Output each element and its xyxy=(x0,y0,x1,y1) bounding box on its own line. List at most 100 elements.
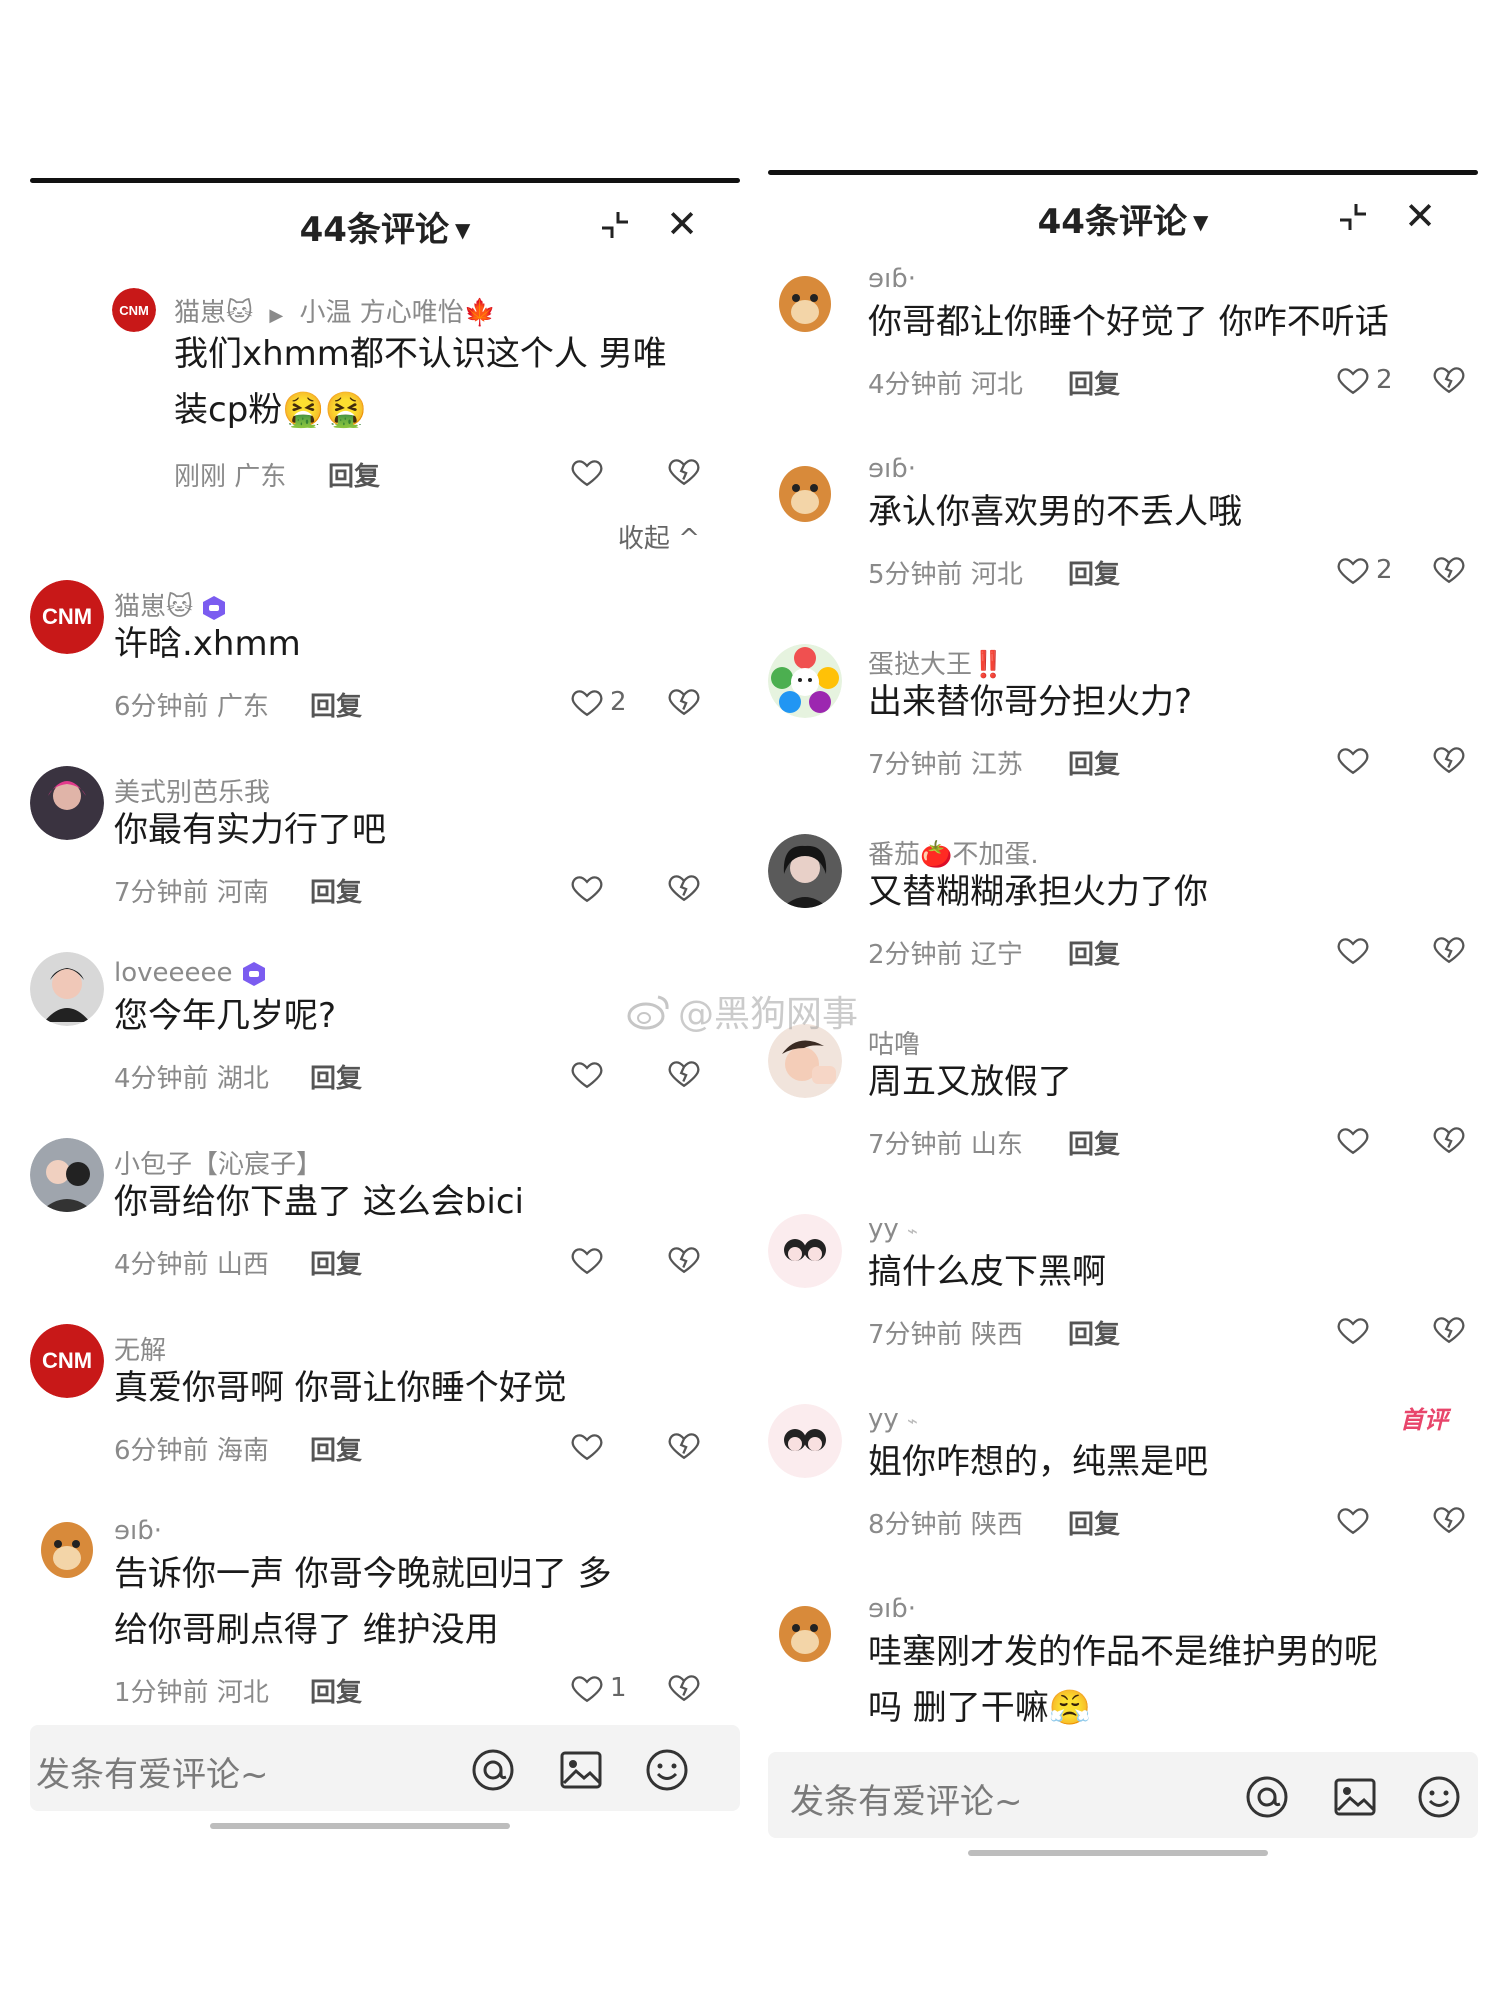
avatar[interactable] xyxy=(768,454,842,528)
broken-heart-icon[interactable] xyxy=(667,1428,701,1462)
like-button[interactable] xyxy=(570,1426,604,1466)
comment-input[interactable]: 发条有爱评论~ xyxy=(36,1747,269,1796)
reply-button[interactable]: 回复 xyxy=(1068,1124,1120,1161)
image-icon[interactable] xyxy=(1332,1774,1378,1820)
emoji-icon[interactable] xyxy=(644,1747,690,1793)
avatar[interactable] xyxy=(768,834,842,908)
like-button[interactable] xyxy=(570,868,604,908)
close-icon[interactable]: ✕ xyxy=(1402,197,1438,235)
reply-button[interactable]: 回复 xyxy=(1068,1314,1120,1351)
reply-button[interactable]: 回复 xyxy=(1068,364,1120,401)
comment-time: 4分钟前 xyxy=(114,1064,209,1094)
comment-count-dropdown[interactable]: 44条评论 ▼ xyxy=(768,194,1478,243)
avatar[interactable] xyxy=(768,1404,842,1478)
broken-heart-icon[interactable] xyxy=(667,870,701,904)
minimize-icon[interactable] xyxy=(1336,200,1370,234)
like-button[interactable] xyxy=(1336,930,1370,970)
close-icon[interactable]: ✕ xyxy=(664,205,700,243)
comment-input[interactable]: 发条有爱评论~ xyxy=(790,1774,1023,1823)
collapse-replies-button[interactable]: 收起 ^ xyxy=(618,518,700,555)
avatar[interactable] xyxy=(30,1510,104,1584)
comment-item: 小包子【沁宸子】 你哥给你下蛊了 这么会bici 4分钟前 山西 回复 xyxy=(30,1138,740,1318)
comment-item: 番茄🍅不加蛋. 又替糊糊承担火力了你 2分钟前 辽宁 回复 xyxy=(768,828,1478,1008)
like-button[interactable] xyxy=(570,1054,604,1094)
reply-button[interactable]: 回复 xyxy=(310,1244,362,1281)
comment-author[interactable]: loveeeee xyxy=(114,958,267,988)
at-mention-icon[interactable] xyxy=(470,1747,516,1793)
reply-button[interactable]: 回复 xyxy=(1068,744,1120,781)
like-button[interactable]: 2 xyxy=(1336,360,1393,400)
reply-button[interactable]: 回复 xyxy=(1068,554,1120,591)
comment-author[interactable]: yy ⌁ xyxy=(868,1404,918,1434)
comment-author[interactable]: ɘıɓ· xyxy=(868,264,916,294)
comment-count-title: 44条评论 xyxy=(1037,202,1187,242)
avatar[interactable]: CNM xyxy=(30,1324,104,1398)
like-button[interactable] xyxy=(1336,1120,1370,1160)
reply-button[interactable]: 回复 xyxy=(328,456,380,493)
emoji-icon[interactable] xyxy=(1416,1774,1462,1820)
image-icon[interactable] xyxy=(558,1747,604,1793)
avatar[interactable] xyxy=(768,1594,842,1668)
comment-count-dropdown[interactable]: 44条评论 ▼ xyxy=(30,202,740,251)
like-button[interactable] xyxy=(1336,1310,1370,1350)
comment-location: 广东 xyxy=(216,692,269,722)
comment-location: 江苏 xyxy=(970,750,1023,780)
broken-heart-icon[interactable] xyxy=(667,1056,701,1090)
like-count: 2 xyxy=(1376,555,1393,585)
reply-button[interactable]: 回复 xyxy=(310,872,362,909)
like-button[interactable]: 1 xyxy=(570,1668,627,1708)
comment-item: ɘıɓ· 告诉你一声 你哥今晚就回归了 多 给你哥刷点得了 维护没用 1分钟前 … xyxy=(30,1510,740,1708)
reply-to-name[interactable]: 小温 方心唯怡🍁 xyxy=(299,298,496,328)
reply-button[interactable]: 回复 xyxy=(310,1430,362,1467)
broken-heart-icon[interactable] xyxy=(1432,552,1466,586)
reply-author[interactable]: 猫崽🐱 ▶ 小温 方心唯怡🍁 xyxy=(174,292,496,329)
reply-button[interactable]: 回复 xyxy=(310,1058,362,1095)
comment-author[interactable]: ɘıɓ· xyxy=(868,1594,916,1624)
comment-location: 湖北 xyxy=(216,1064,269,1094)
comment-input-bar[interactable]: 发条有爱评论~ xyxy=(30,1725,740,1811)
avatar[interactable] xyxy=(30,1138,104,1212)
heart-icon xyxy=(1337,938,1369,965)
broken-heart-icon[interactable] xyxy=(667,1670,701,1704)
broken-heart-icon[interactable] xyxy=(667,454,701,488)
like-button[interactable] xyxy=(1336,740,1370,780)
avatar[interactable]: CNM xyxy=(112,288,156,332)
broken-heart-icon[interactable] xyxy=(1432,1502,1466,1536)
broken-heart-icon[interactable] xyxy=(1432,932,1466,966)
like-button[interactable] xyxy=(570,1240,604,1280)
broken-heart-icon[interactable] xyxy=(1432,1312,1466,1346)
minimize-icon[interactable] xyxy=(598,208,632,242)
comment-time: 7分钟前 xyxy=(868,750,963,780)
reply-button[interactable]: 回复 xyxy=(310,1672,362,1708)
avatar[interactable] xyxy=(30,766,104,840)
avatar[interactable] xyxy=(768,644,842,718)
broken-heart-icon[interactable] xyxy=(667,1242,701,1276)
like-button[interactable] xyxy=(1336,1500,1370,1540)
comment-author[interactable]: yy ⌁ xyxy=(868,1214,918,1244)
avatar[interactable]: CNM xyxy=(30,580,104,654)
comment-input-bar[interactable]: 发条有爱评论~ xyxy=(768,1752,1478,1838)
comment-location: 辽宁 xyxy=(970,940,1023,970)
like-button[interactable]: 2 xyxy=(570,682,627,722)
broken-heart-icon[interactable] xyxy=(1432,1122,1466,1156)
comment-location: 河南 xyxy=(216,878,269,908)
comment-author[interactable]: ɘıɓ· xyxy=(114,1516,162,1546)
broken-heart-icon[interactable] xyxy=(1432,742,1466,776)
comment-meta: 6分钟前 海南 xyxy=(114,1430,269,1467)
at-mention-icon[interactable] xyxy=(1244,1774,1290,1820)
watermark-text: @黑狗网事 xyxy=(678,994,859,1035)
like-button[interactable]: 2 xyxy=(1336,550,1393,590)
broken-heart-icon[interactable] xyxy=(667,684,701,718)
avatar[interactable] xyxy=(768,264,842,338)
reply-button[interactable]: 回复 xyxy=(1068,1504,1120,1541)
comment-item: 咕噜 周五又放假了 7分钟前 山东 回复 xyxy=(768,1018,1478,1198)
avatar[interactable] xyxy=(30,952,104,1026)
reply-button[interactable]: 回复 xyxy=(1068,934,1120,971)
like-button[interactable] xyxy=(570,452,604,492)
avatar[interactable] xyxy=(768,1214,842,1288)
broken-heart-icon[interactable] xyxy=(1432,362,1466,396)
comment-author[interactable]: ɘıɓ· xyxy=(868,454,916,484)
reply-button[interactable]: 回复 xyxy=(310,686,362,723)
weibo-logo-icon xyxy=(627,995,669,1030)
reply-item: CNM 猫崽🐱 ▶ 小温 方心唯怡🍁 我们xhmm都不认识这个人 男唯 装cp粉… xyxy=(30,270,740,570)
